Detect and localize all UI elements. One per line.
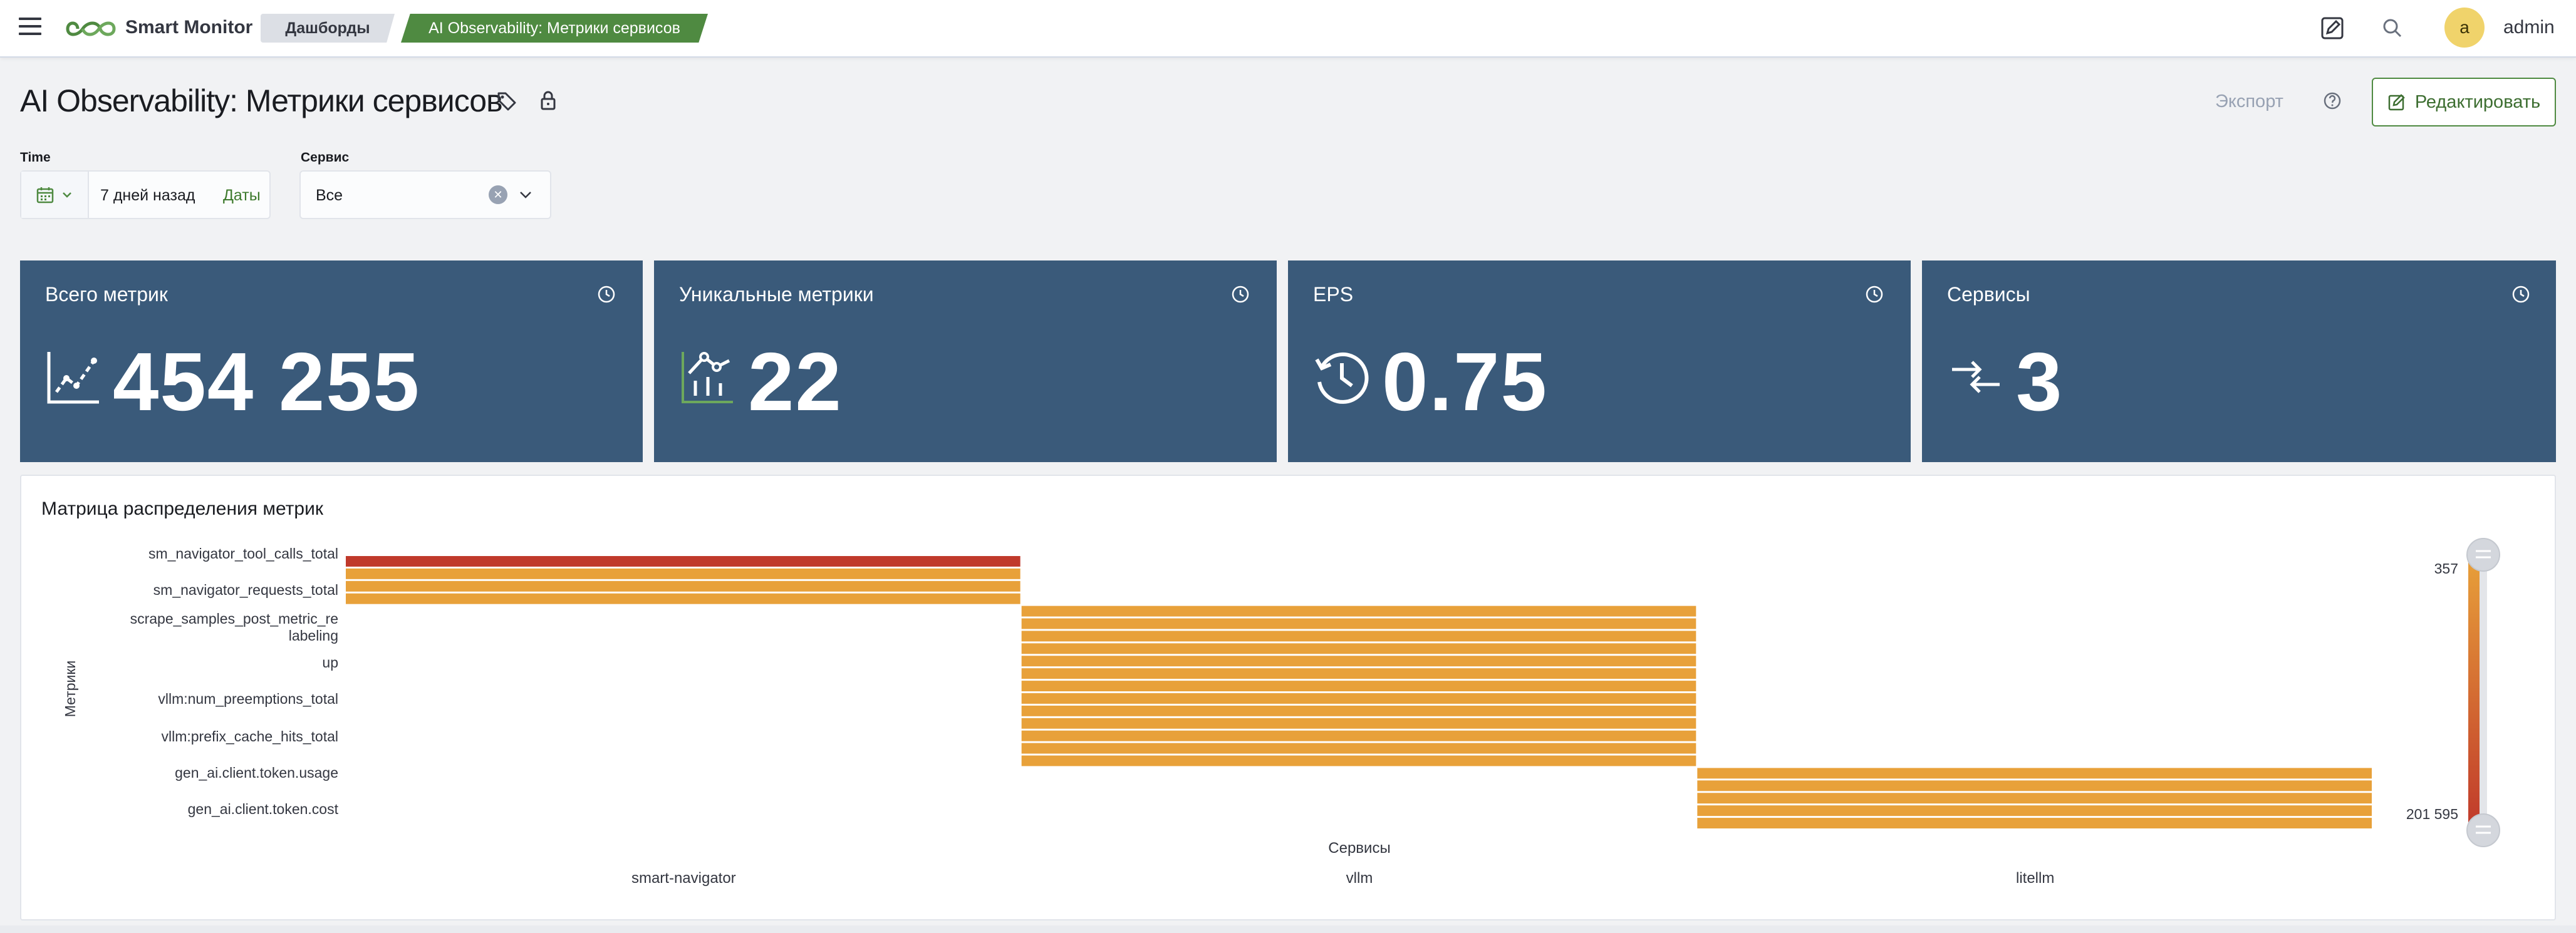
y-tick-label: vllm:num_preemptions_total [158,691,338,707]
export-button[interactable]: Экспорт [2215,91,2283,112]
history-clock-icon [1315,352,1369,404]
y-tick-label: gen_ai.client.token.cost [188,801,339,817]
visual-map-handle-top[interactable] [2466,538,2500,572]
x-tick-label: smart-navigator [631,870,736,887]
page-title: AI Observability: Метрики сервисов [20,83,503,118]
y-tick-label: gen_ai.client.token.usage [175,765,338,781]
heatmap-cell [1021,755,1696,766]
edit-icon [2388,94,2405,111]
arrows-in-icon [1952,361,2000,393]
heatmap-cell [1021,618,1696,629]
heatmap-cell [1021,718,1696,729]
time-filter-label: Time [20,150,51,165]
breadcrumb-dashboards[interactable]: Дашборды [261,14,395,43]
visual-map-handle-bottom[interactable] [2466,813,2500,847]
y-tick-label: sm_navigator_requests_total [153,582,338,598]
x-tick-label: litellm [2016,870,2054,887]
visual-map-track [2480,555,2487,830]
calendar-dropdown[interactable] [21,172,89,218]
x-tick-label: vllm [1346,870,1373,887]
username[interactable]: admin [2503,17,2555,38]
time-picker[interactable]: 7 дней назад Даты [20,170,271,219]
chevron-down-icon [63,192,71,198]
heatmap-cell [346,568,1021,579]
app-name[interactable]: Smart Monitor [125,17,252,38]
heatmap-cell [1021,693,1696,704]
app-logo-icon[interactable] [65,15,117,43]
edit-button-label: Редактировать [2414,91,2541,112]
x-axis-title: Сервисы [1328,840,1390,857]
lock-icon[interactable] [538,90,559,111]
card-eps: EPS 0.75 [1288,260,1911,462]
heatmap-cell [1021,681,1696,691]
service-select-value: Все [316,187,343,204]
edit-button[interactable]: Редактировать [2372,78,2556,126]
y-tick-label: vllm:prefix_cache_hits_total [161,728,338,745]
card-title: Уникальные метрики [679,283,874,306]
calendar-icon [36,187,54,204]
card-title: Сервисы [1947,283,2030,306]
metrics-matrix-panel: Матрица распределения метрик sm_navigato… [20,475,2556,920]
clear-icon[interactable]: ✕ [489,185,507,204]
notes-icon[interactable] [2318,14,2347,43]
card-title: Всего метрик [45,283,168,306]
card-unique-metrics: Уникальные метрики 22 [654,260,1277,462]
y-axis-title: Метрики [62,661,78,718]
card-total-metrics: Всего метрик 454 255 [20,260,643,462]
clock-icon[interactable] [1230,284,1250,304]
card-value: 22 [748,336,843,428]
heatmap-cell [1021,668,1696,679]
avatar[interactable]: a [2444,8,2485,48]
heatmap-cell [1697,793,2372,804]
heatmap-cell [1021,656,1696,667]
card-value: 0.75 [1382,336,1548,428]
heatmap-cell [346,593,1021,604]
heatmap-cell [1021,631,1696,642]
heatmap-cell [1697,780,2372,791]
heatmap-cell [1697,805,2372,817]
menu-icon[interactable] [19,18,41,38]
heatmap-cell [1021,643,1696,654]
visual-map-min-label: 357 [2434,560,2458,577]
next-panel-edge [0,925,2576,933]
clock-icon[interactable] [596,284,616,304]
heatmap-chart: sm_navigator_tool_calls_total sm_navigato… [62,538,2500,887]
y-tick-label: up [322,654,338,671]
card-title: EPS [1313,283,1354,306]
heatmap-cell [346,580,1021,592]
heatmap-cell [1697,768,2372,779]
heatmap-cell [1021,705,1696,716]
y-tick-label: sm_navigator_tool_calls_total [148,545,338,562]
analytics-icon [682,352,733,403]
service-select[interactable]: Все ✕ [299,170,551,219]
y-tick-label: scrape_samples_post_metric_re labeling [130,611,338,644]
card-value: 3 [2016,336,2064,428]
card-value: 454 255 [113,336,421,428]
tag-icon[interactable] [496,90,517,111]
clock-icon[interactable] [1864,284,1884,304]
service-filter-label: Сервис [301,150,350,165]
heatmap-cell [346,556,1021,567]
clock-icon[interactable] [2511,284,2531,304]
heatmap-cell [1697,818,2372,828]
heatmap-cell [1021,730,1696,741]
top-bar: Smart Monitor Дашборды AI Observability:… [0,0,2576,58]
search-icon[interactable] [2378,14,2407,43]
visual-map-max-label: 201 595 [2406,806,2458,822]
time-range-value[interactable]: 7 дней назад [100,187,195,205]
dates-link[interactable]: Даты [223,187,261,205]
heatmap-cell [1021,743,1696,754]
chevron-down-icon[interactable] [515,184,536,205]
trend-chart-icon [47,352,99,404]
breadcrumb-current: AI Observability: Метрики сервисов [401,14,708,43]
card-services: Сервисы 3 [1922,260,2556,462]
help-icon[interactable] [2322,90,2343,111]
heatmap-cell [1021,606,1696,617]
